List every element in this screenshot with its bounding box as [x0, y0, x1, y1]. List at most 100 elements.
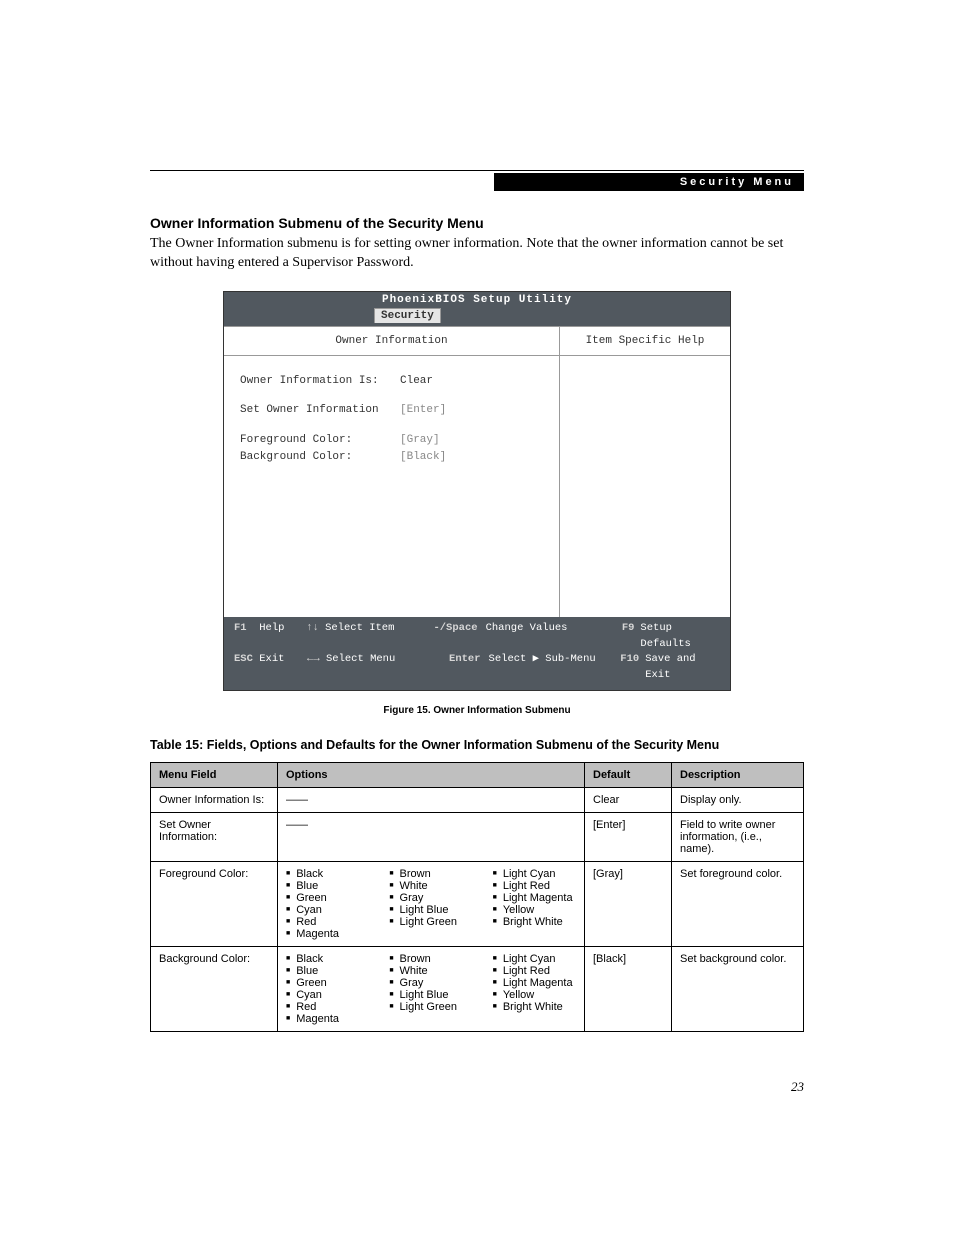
bios-value: [Enter]	[400, 403, 446, 418]
option-item: Light Cyan	[493, 868, 576, 880]
cell-description: Display only.	[672, 787, 804, 812]
option-item: Black	[286, 868, 369, 880]
bios-value: Clear	[400, 374, 433, 389]
table-row: Background Color:BlackBlueGreenCyanRedMa…	[151, 946, 804, 1031]
th-options: Options	[278, 762, 585, 787]
option-item: White	[389, 965, 472, 977]
bios-right-title: Item Specific Help	[560, 327, 730, 356]
option-item: Gray	[389, 892, 472, 904]
key-label: Select ▶ Sub-Menu	[489, 653, 596, 665]
bios-tab-bar: Security	[224, 308, 730, 326]
header-bar: Security Menu	[494, 173, 804, 191]
page: Security Menu Owner Information Submenu …	[0, 0, 954, 1235]
option-item: Red	[286, 916, 369, 928]
option-item: Light Magenta	[493, 977, 576, 989]
bios-figure: PhoenixBIOS Setup Utility Security Owner…	[223, 291, 731, 691]
option-item: Bright White	[493, 916, 576, 928]
cell-options: ——	[278, 812, 585, 861]
option-item: Brown	[389, 868, 472, 880]
table-title: Table 15: Fields, Options and Defaults f…	[150, 738, 804, 752]
option-item: Bright White	[493, 1001, 576, 1013]
bios-value: [Black]	[400, 450, 446, 465]
cell-default: [Gray]	[585, 861, 672, 946]
option-item: Brown	[389, 953, 472, 965]
cell-options: BlackBlueGreenCyanRedMagenta BrownWhiteGr…	[278, 861, 585, 946]
bios-title: PhoenixBIOS Setup Utility	[224, 292, 730, 308]
key-f1: F1	[234, 622, 247, 634]
bios-footer: F1 Help ↑↓ Select Item -/Space Change Va…	[224, 617, 730, 690]
bios-right-panel: Item Specific Help	[560, 327, 730, 617]
option-item: Blue	[286, 880, 369, 892]
key-f9: F9	[622, 622, 635, 634]
key-enter: Enter	[449, 653, 481, 665]
cell-options: ——	[278, 787, 585, 812]
figure-caption: Figure 15. Owner Information Submenu	[150, 705, 804, 716]
key-label: Help	[259, 622, 284, 634]
option-item: Black	[286, 953, 369, 965]
option-item: White	[389, 880, 472, 892]
table-row: Set Owner Information:——[Enter]Field to …	[151, 812, 804, 861]
table-row: Foreground Color:BlackBlueGreenCyanRedMa…	[151, 861, 804, 946]
option-item: Light Red	[493, 880, 576, 892]
bios-fields: Owner Information Is: Clear Set Owner In…	[224, 356, 559, 486]
section-heading: Owner Information Submenu of the Securit…	[150, 215, 804, 231]
page-number: 23	[791, 1079, 804, 1095]
th-description: Description	[672, 762, 804, 787]
key-updown: ↑↓	[306, 622, 319, 634]
option-item: Gray	[389, 977, 472, 989]
cell-default: [Enter]	[585, 812, 672, 861]
key-f10: F10	[620, 653, 639, 665]
cell-options: BlackBlueGreenCyanRedMagentaBrownWhiteGr…	[278, 946, 585, 1031]
option-item: Yellow	[493, 989, 576, 1001]
bios-left-title: Owner Information	[224, 327, 559, 356]
option-item: Light Green	[389, 916, 472, 928]
key-leftright: ←→	[307, 653, 320, 665]
th-menu-field: Menu Field	[151, 762, 278, 787]
option-item: Light Blue	[389, 989, 472, 1001]
bios-label: Background Color:	[240, 450, 400, 465]
cell-description: Field to write owner information, (i.e.,…	[672, 812, 804, 861]
cell-menu-field: Background Color:	[151, 946, 278, 1031]
fields-table: Menu Field Options Default Description O…	[150, 762, 804, 1032]
cell-menu-field: Foreground Color:	[151, 861, 278, 946]
bios-left-panel: Owner Information Owner Information Is: …	[224, 327, 560, 617]
option-item: Light Blue	[389, 904, 472, 916]
bios-label: Owner Information Is:	[240, 374, 400, 389]
cell-menu-field: Set Owner Information:	[151, 812, 278, 861]
option-item: Red	[286, 1001, 369, 1013]
bios-value: [Gray]	[400, 433, 440, 448]
cell-default: [Black]	[585, 946, 672, 1031]
key-label: Change Values	[486, 622, 568, 634]
option-item: Cyan	[286, 904, 369, 916]
option-item: Light Cyan	[493, 953, 576, 965]
bios-tab-security: Security	[374, 308, 441, 323]
key-label: Select Item	[325, 622, 394, 634]
key-esc: ESC	[234, 653, 253, 665]
cell-description: Set foreground color.	[672, 861, 804, 946]
bios-label: Set Owner Information	[240, 403, 400, 418]
option-item: Light Magenta	[493, 892, 576, 904]
header-rule	[150, 170, 804, 171]
section-intro: The Owner Information submenu is for set…	[150, 235, 804, 273]
bios-row-set-owner: Set Owner Information [Enter]	[240, 403, 543, 418]
cell-default: Clear	[585, 787, 672, 812]
key-label: Save and Exit	[645, 653, 695, 681]
bios-row-owner-info: Owner Information Is: Clear	[240, 374, 543, 389]
bios-footer-row-2: ESC Exit ←→ Select Menu Enter Select ▶ S…	[234, 652, 720, 684]
th-default: Default	[585, 762, 672, 787]
bios-label: Foreground Color:	[240, 433, 400, 448]
option-item: Cyan	[286, 989, 369, 1001]
bios-footer-row-1: F1 Help ↑↓ Select Item -/Space Change Va…	[234, 621, 720, 653]
key-label: Exit	[259, 653, 284, 665]
bios-body: Owner Information Owner Information Is: …	[224, 326, 730, 617]
option-item: Magenta	[286, 928, 369, 940]
option-item: Green	[286, 892, 369, 904]
key-label: Setup Defaults	[640, 622, 690, 650]
table-head-row: Menu Field Options Default Description	[151, 762, 804, 787]
option-item: Yellow	[493, 904, 576, 916]
option-item: Light Red	[493, 965, 576, 977]
option-item: Blue	[286, 965, 369, 977]
key-space: -/Space	[433, 622, 477, 634]
bios-row-bg-color: Background Color: [Black]	[240, 450, 543, 465]
table-row: Owner Information Is:——ClearDisplay only…	[151, 787, 804, 812]
